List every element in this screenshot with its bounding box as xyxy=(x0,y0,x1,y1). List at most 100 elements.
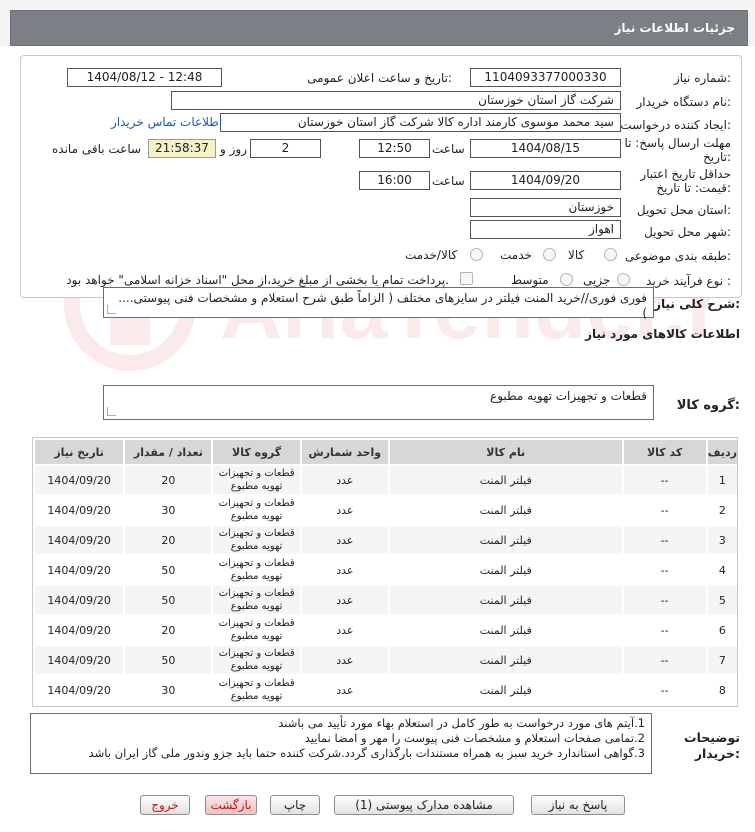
col-header-item-name: نام کالا xyxy=(389,440,622,464)
validity-time-label: ساعت xyxy=(432,174,465,188)
contact-info-link[interactable]: اطلاعات تماس خریدار xyxy=(111,115,222,129)
table-row: 1 -- فیلتر المنت عدد قطعات و تجهیزات تهویه م… xyxy=(35,466,737,494)
cell-unit: عدد xyxy=(301,646,388,674)
cell-group: قطعات و تجهیزات تهویه مطبوع xyxy=(213,526,300,554)
back-button[interactable]: بازگشت xyxy=(205,795,257,815)
cell-unit: عدد xyxy=(301,616,388,644)
days-label: روز و xyxy=(220,142,247,156)
process-option-medium: متوسط xyxy=(511,273,549,287)
cell-unit: عدد xyxy=(301,496,388,524)
description-label: شرح کلی نیاز: xyxy=(654,297,740,311)
buyer-note-line: 3.گواهی استاندارد خرید سبز به همراه مستن… xyxy=(88,746,645,760)
city-field: اهواز xyxy=(470,220,621,239)
page-header: جزئیات اطلاعات نیاز xyxy=(10,10,748,46)
table-row: 3 -- فیلتر المنت عدد قطعات و تجهیزات تهویه م… xyxy=(35,526,737,554)
cell-quantity: 50 xyxy=(125,586,212,614)
buyer-notes-label: توضیحات خریدار: xyxy=(684,730,740,761)
table-row: 5 -- فیلتر المنت عدد قطعات و تجهیزات تهویه م… xyxy=(35,586,737,614)
treasury-payment-checkbox[interactable] xyxy=(460,272,473,285)
cell-quantity: 20 xyxy=(125,526,212,554)
cell-need-date: 1404/09/20 xyxy=(35,676,124,704)
cell-quantity: 20 xyxy=(125,616,212,644)
description-textarea[interactable]: فوری فوری//خرید المنت فیلتر در سایزهای م… xyxy=(103,287,654,320)
validity-label: حداقل تاریخ اعتبار قیمت: تا تاریخ: xyxy=(640,167,731,195)
cell-unit: عدد xyxy=(301,556,388,584)
city-label: شهر محل تحویل: xyxy=(644,225,731,239)
cell-need-date: 1404/09/20 xyxy=(35,526,124,554)
table-row: 2 -- فیلتر المنت عدد قطعات و تجهیزات تهویه م… xyxy=(35,496,737,524)
goods-group-textarea[interactable]: قطعات و تجهیزات تهویه مطبوع xyxy=(103,385,654,420)
category-option-service: خدمت xyxy=(500,248,532,262)
process-radio-medium[interactable] xyxy=(560,273,573,286)
category-radio-goods[interactable] xyxy=(604,248,617,261)
buyer-note-line: 2.تمامی صفحات استعلام و مشخصات فنی پیوست… xyxy=(304,731,645,745)
print-button[interactable]: چاپ xyxy=(270,795,320,815)
cell-quantity: 30 xyxy=(125,676,212,704)
cell-group: قطعات و تجهیزات تهویه مطبوع xyxy=(213,556,300,584)
cell-row-number: 2 xyxy=(707,496,737,524)
cell-item-name: فیلتر المنت xyxy=(389,466,622,494)
validity-date-field: 1404/09/20 xyxy=(470,171,621,190)
cell-item-name: فیلتر المنت xyxy=(389,526,622,554)
deadline-time-label: ساعت xyxy=(432,142,465,156)
cell-item-code: -- xyxy=(623,646,706,674)
cell-item-code: -- xyxy=(623,526,706,554)
cell-quantity: 50 xyxy=(125,646,212,674)
cell-item-code: -- xyxy=(623,676,706,704)
remaining-time-field: 21:58:37 xyxy=(148,139,216,158)
cell-item-name: فیلتر المنت xyxy=(389,646,622,674)
cell-group: قطعات و تجهیزات تهویه مطبوع xyxy=(213,466,300,494)
cell-item-code: -- xyxy=(623,496,706,524)
deadline-date-field: 1404/08/15 xyxy=(470,139,621,158)
table-row: 7 -- فیلتر المنت عدد قطعات و تجهیزات تهویه م… xyxy=(35,646,737,674)
category-option-goods-service: کالا/خدمت xyxy=(405,248,458,262)
cell-unit: عدد xyxy=(301,586,388,614)
cell-unit: عدد xyxy=(301,676,388,704)
cell-need-date: 1404/09/20 xyxy=(35,466,124,494)
col-header-row-number: ردیف xyxy=(707,440,737,464)
description-text: فوری فوری//خرید المنت فیلتر در سایزهای م… xyxy=(118,291,647,320)
process-radio-minor[interactable] xyxy=(617,273,630,286)
category-radio-service[interactable] xyxy=(543,248,556,261)
cell-item-name: فیلتر المنت xyxy=(389,556,622,584)
table-row: 4 -- فیلتر المنت عدد قطعات و تجهیزات تهویه م… xyxy=(35,556,737,584)
buyer-org-label: نام دستگاه خریدار: xyxy=(636,95,732,109)
table-row: 8 -- فیلتر المنت عدد قطعات و تجهیزات تهویه م… xyxy=(35,676,737,704)
cell-unit: عدد xyxy=(301,466,388,494)
cell-need-date: 1404/09/20 xyxy=(35,586,124,614)
cell-row-number: 4 xyxy=(707,556,737,584)
items-table-container: ردیف کد کالا نام کالا واحد شمارش گروه کا… xyxy=(32,437,738,707)
table-row: 6 -- فیلتر المنت عدد قطعات و تجهیزات تهویه م… xyxy=(35,616,737,644)
cell-row-number: 8 xyxy=(707,676,737,704)
resize-handle[interactable] xyxy=(107,407,116,416)
deadline-time-field: 12:50 xyxy=(359,139,430,158)
buyer-notes-box[interactable]: 1.آیتم های مورد درخواست به طور کامل در ا… xyxy=(30,713,652,774)
category-option-goods: کالا xyxy=(568,248,585,262)
goods-group-text: قطعات و تجهیزات تهویه مطبوع xyxy=(490,389,647,403)
view-attachments-button[interactable]: مشاهده مدارک پیوستی (1) xyxy=(334,795,514,815)
exit-button[interactable]: خروج xyxy=(140,795,190,815)
category-label: طبقه بندی موضوعی: xyxy=(624,249,731,263)
page-title: جزئیات اطلاعات نیاز xyxy=(614,21,735,35)
cell-need-date: 1404/09/20 xyxy=(35,496,124,524)
cell-item-name: فیلتر المنت xyxy=(389,616,622,644)
cell-group: قطعات و تجهیزات تهویه مطبوع xyxy=(213,496,300,524)
need-number-label: شماره نیاز: xyxy=(673,71,731,85)
goods-group-label: گروه کالا: xyxy=(676,398,740,413)
resize-handle[interactable] xyxy=(107,305,116,314)
category-radio-goods-service[interactable] xyxy=(470,248,483,261)
treasury-payment-note: پرداخت تمام یا بخشی از مبلغ خرید،از محل … xyxy=(66,273,449,287)
cell-item-code: -- xyxy=(623,556,706,584)
cell-quantity: 50 xyxy=(125,556,212,584)
cell-need-date: 1404/09/20 xyxy=(35,646,124,674)
validity-time-field: 16:00 xyxy=(359,171,430,190)
need-number-field: 1104093377000330 xyxy=(470,68,621,87)
col-header-group: گروه کالا xyxy=(213,440,300,464)
table-header-row: ردیف کد کالا نام کالا واحد شمارش گروه کا… xyxy=(35,440,737,464)
cell-quantity: 20 xyxy=(125,466,212,494)
process-label: نوع فرآیند خرید : xyxy=(646,274,731,288)
reply-button[interactable]: پاسخ به نیاز xyxy=(531,795,625,815)
cell-row-number: 1 xyxy=(707,466,737,494)
province-field: خوزستان xyxy=(470,198,621,217)
days-field: 2 xyxy=(250,139,321,158)
